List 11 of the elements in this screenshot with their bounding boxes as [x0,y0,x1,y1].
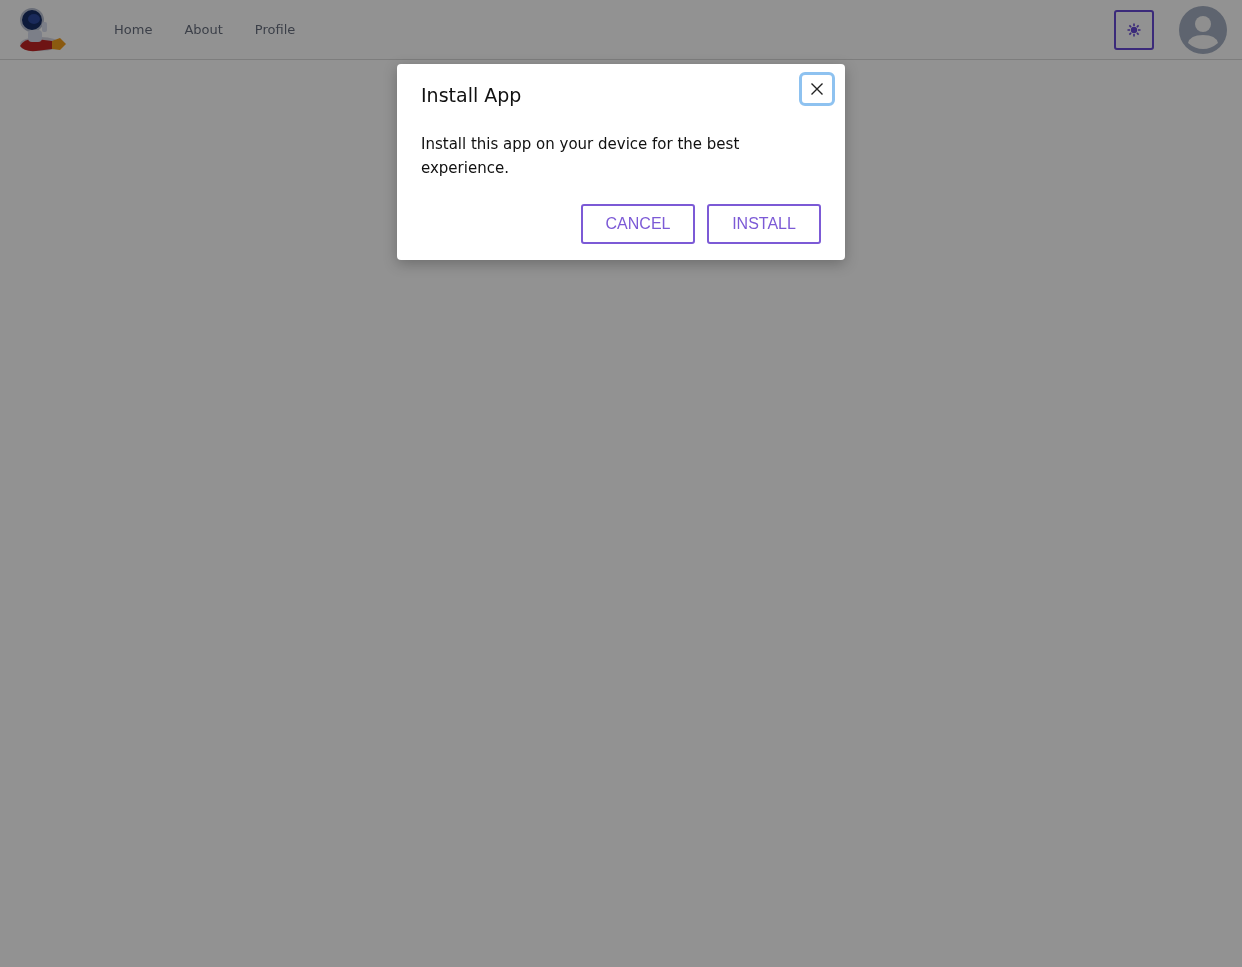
nav-link[interactable]: Home [114,22,153,37]
nav-link[interactable]: Profile [254,22,296,37]
close-icon [810,82,824,96]
dialog-button[interactable]: INSTALL [707,204,821,244]
theme-toggle-button[interactable] [1114,9,1154,50]
dialog-title: Install App [421,84,522,106]
dialog-button[interactable]: CANCEL [581,204,695,244]
sun-icon [1127,22,1141,37]
nav-link[interactable]: About [184,22,223,37]
dialog-message: Install this app on your device for the best experience. [421,134,741,179]
close-button[interactable] [799,72,835,106]
